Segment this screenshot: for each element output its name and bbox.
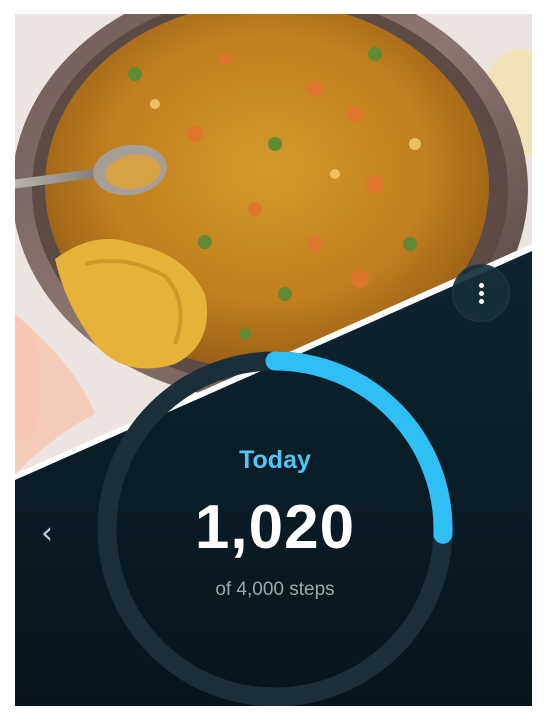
screenshot-frame: ‹ Today 1,020 of 4,000 steps [15, 14, 532, 706]
step-count: 1,020 [194, 493, 356, 562]
chevron-left-icon: ‹ [41, 516, 53, 551]
period-label: Today [239, 446, 311, 474]
step-goal-text: of 4,000 steps [215, 579, 335, 600]
step-tracker-panel: ‹ Today 1,020 of 4,000 steps [15, 14, 532, 706]
previous-day-button[interactable]: ‹ [31, 514, 63, 554]
more-options-button[interactable] [452, 264, 510, 322]
